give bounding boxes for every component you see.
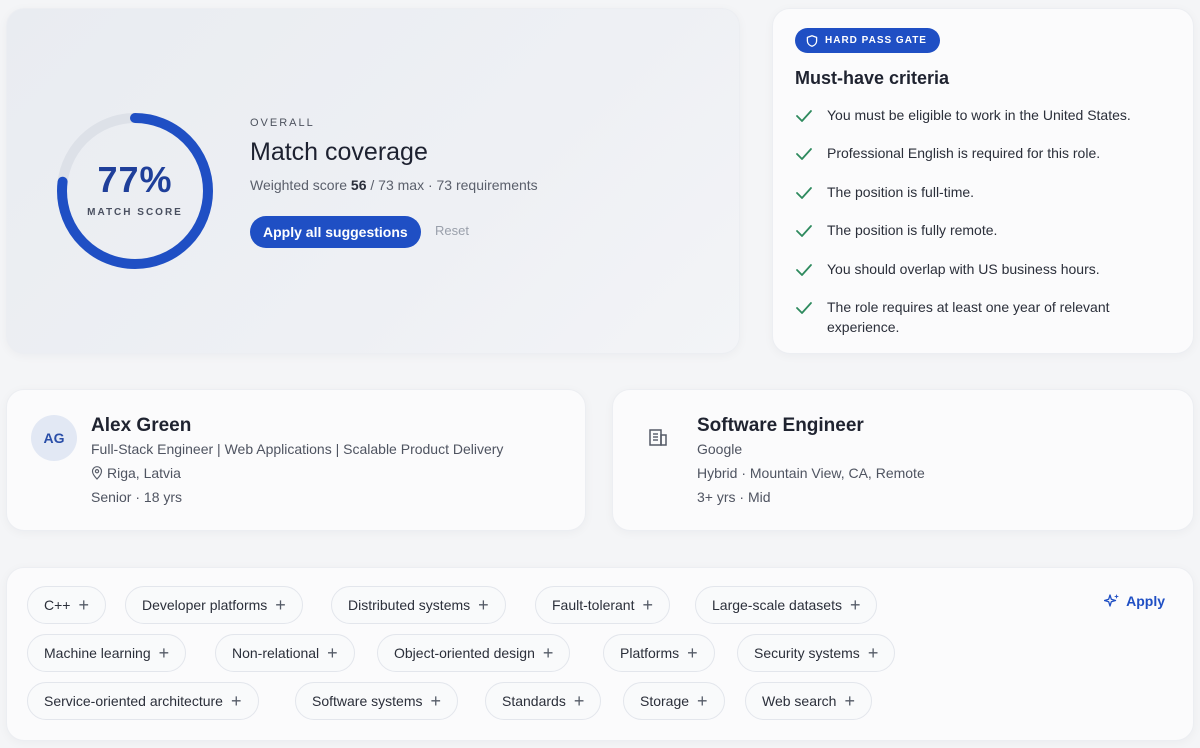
- plus-icon: +: [275, 595, 286, 615]
- plus-icon: +: [697, 691, 708, 711]
- criteria-item: The position is fully remote.: [795, 220, 1175, 240]
- skill-chip-label: Software systems: [312, 693, 423, 709]
- plus-icon: +: [478, 595, 489, 615]
- check-icon: [796, 110, 812, 122]
- apply-label: Apply: [1126, 593, 1165, 609]
- check-icon: [796, 263, 812, 276]
- criteria-list: You must be eligible to work in the Unit…: [795, 105, 1175, 355]
- candidate-location: Riga, Latvia: [91, 465, 181, 481]
- job-location: Hybrid · Mountain View, CA, Remote: [697, 465, 925, 481]
- match-score-value: 77%: [97, 159, 173, 200]
- plus-icon: +: [573, 691, 585, 711]
- skill-chip[interactable]: Standards +: [485, 682, 602, 720]
- skill-chip[interactable]: Storage +: [623, 682, 725, 720]
- skill-chip[interactable]: Machine learning +: [27, 634, 187, 672]
- ring-text: 77% MATCH SCORE: [53, 109, 217, 273]
- criteria-item: You should overlap with US business hour…: [795, 259, 1175, 279]
- criteria-text: The position is full-time.: [827, 183, 975, 200]
- criteria-item: Professional English is required for thi…: [795, 143, 1175, 163]
- check-icon: [796, 302, 812, 314]
- match-coverage-card: 77% MATCH SCORE OVERALL Match coverage W…: [6, 8, 740, 354]
- badge-label: HARD PASS GATE: [825, 35, 927, 46]
- skill-suggestions-card: C++ + Developer platforms + Distributed syst…: [6, 567, 1194, 741]
- shield-icon: [806, 34, 818, 47]
- skill-chip-label: Large-scale datasets: [712, 597, 842, 613]
- location-pin-icon: [91, 466, 103, 480]
- skill-chip[interactable]: Service-oriented architecture +: [27, 682, 259, 720]
- plus-icon: +: [327, 643, 338, 663]
- plus-icon: +: [849, 595, 861, 615]
- skill-chip[interactable]: C++ +: [27, 586, 106, 624]
- criteria-text: The position is fully remote.: [827, 222, 998, 239]
- skill-chip-label: Platforms: [620, 645, 680, 661]
- candidate-headline: Full-Stack Engineer | Web Applications |…: [91, 441, 504, 457]
- criteria-text: You must be eligible to work in the Unit…: [827, 107, 1131, 123]
- criteria-title: Must-have criteria: [795, 68, 950, 88]
- candidate-card: AG Alex Green Full-Stack Engineer | Web …: [6, 389, 586, 531]
- skill-chip[interactable]: Fault-tolerant +: [535, 586, 670, 624]
- match-score-caption: MATCH SCORE: [87, 207, 183, 218]
- weighted-value: 56: [350, 177, 367, 193]
- plus-icon: +: [78, 595, 89, 615]
- building-icon: [649, 429, 667, 446]
- plus-icon: +: [844, 691, 855, 711]
- skill-chip[interactable]: Large-scale datasets +: [695, 586, 878, 624]
- plus-icon: +: [230, 691, 242, 711]
- reset-button[interactable]: Reset: [435, 223, 469, 238]
- apply-all-suggestions-button[interactable]: Apply all suggestions: [250, 216, 421, 248]
- skill-chip-label: Distributed systems: [348, 597, 471, 613]
- skill-chip-label: Standards: [502, 693, 566, 709]
- must-have-criteria-card: HARD PASS GATE Must-have criteria You mu…: [772, 8, 1194, 354]
- overall-eyebrow: OVERALL: [250, 117, 315, 129]
- skill-chip-label: Service-oriented architecture: [44, 693, 223, 709]
- skill-chip[interactable]: Security systems +: [737, 634, 896, 672]
- apply-skills-button[interactable]: Apply: [1104, 593, 1165, 609]
- weighted-score: Weighted score 56 / 73 max · 73 requirem…: [250, 177, 538, 193]
- skill-chip-label: Object-oriented design: [394, 645, 535, 661]
- criteria-item: You must be eligible to work in the Unit…: [795, 105, 1175, 125]
- criteria-text: Professional English is required for thi…: [827, 145, 1101, 162]
- skill-chip[interactable]: Object-oriented design +: [377, 634, 571, 672]
- plus-icon: +: [687, 643, 698, 663]
- skill-chip[interactable]: Non-relational +: [215, 634, 355, 672]
- criteria-text: You should overlap with US business hour…: [827, 260, 1100, 277]
- weighted-suffix: / 73 max · 73 requirements: [370, 177, 538, 193]
- criteria-text: The role requires at least one year of r…: [827, 298, 1110, 335]
- skill-chip-label: Machine learning: [44, 645, 151, 661]
- match-title: Match coverage: [250, 138, 428, 166]
- skill-chip-label: C++: [44, 597, 71, 613]
- skill-chip[interactable]: Distributed systems +: [331, 586, 506, 624]
- check-icon: [796, 186, 812, 199]
- check-icon: [796, 148, 812, 161]
- check-icon: [796, 225, 812, 238]
- candidate-seniority: Senior · 18 yrs: [91, 489, 183, 505]
- job-experience: 3+ yrs · Mid: [697, 489, 771, 505]
- skill-chip[interactable]: Software systems +: [295, 682, 458, 720]
- plus-icon: +: [867, 643, 879, 663]
- skill-chip-label: Fault-tolerant: [552, 597, 635, 613]
- location-text: Riga, Latvia: [107, 465, 181, 481]
- plus-icon: +: [542, 643, 554, 663]
- job-title: Software Engineer: [697, 415, 864, 436]
- skill-chip[interactable]: Developer platforms +: [125, 586, 303, 624]
- avatar: AG: [31, 415, 77, 461]
- hard-pass-gate-badge: HARD PASS GATE: [795, 28, 940, 53]
- criteria-item: The position is full-time.: [795, 182, 1175, 202]
- job-company: Google: [697, 441, 743, 457]
- skill-chip-label: Security systems: [754, 645, 860, 661]
- skill-chip-label: Developer platforms: [142, 597, 268, 613]
- plus-icon: +: [642, 595, 653, 615]
- sparkle-icon: [1104, 594, 1120, 607]
- weighted-prefix: Weighted score: [250, 177, 348, 193]
- skill-chip-label: Web search: [762, 693, 837, 709]
- plus-icon: +: [158, 643, 170, 663]
- skill-chip-label: Storage: [640, 693, 690, 709]
- plus-icon: +: [430, 691, 441, 711]
- candidate-name: Alex Green: [91, 415, 192, 436]
- skill-chip-label: Non-relational: [232, 645, 320, 661]
- skill-chip[interactable]: Web search +: [745, 682, 872, 720]
- skill-chip[interactable]: Platforms +: [603, 634, 715, 672]
- job-card: Software Engineer Google Hybrid · Mounta…: [612, 389, 1194, 531]
- criteria-item: The role requires at least one year of r…: [795, 297, 1175, 337]
